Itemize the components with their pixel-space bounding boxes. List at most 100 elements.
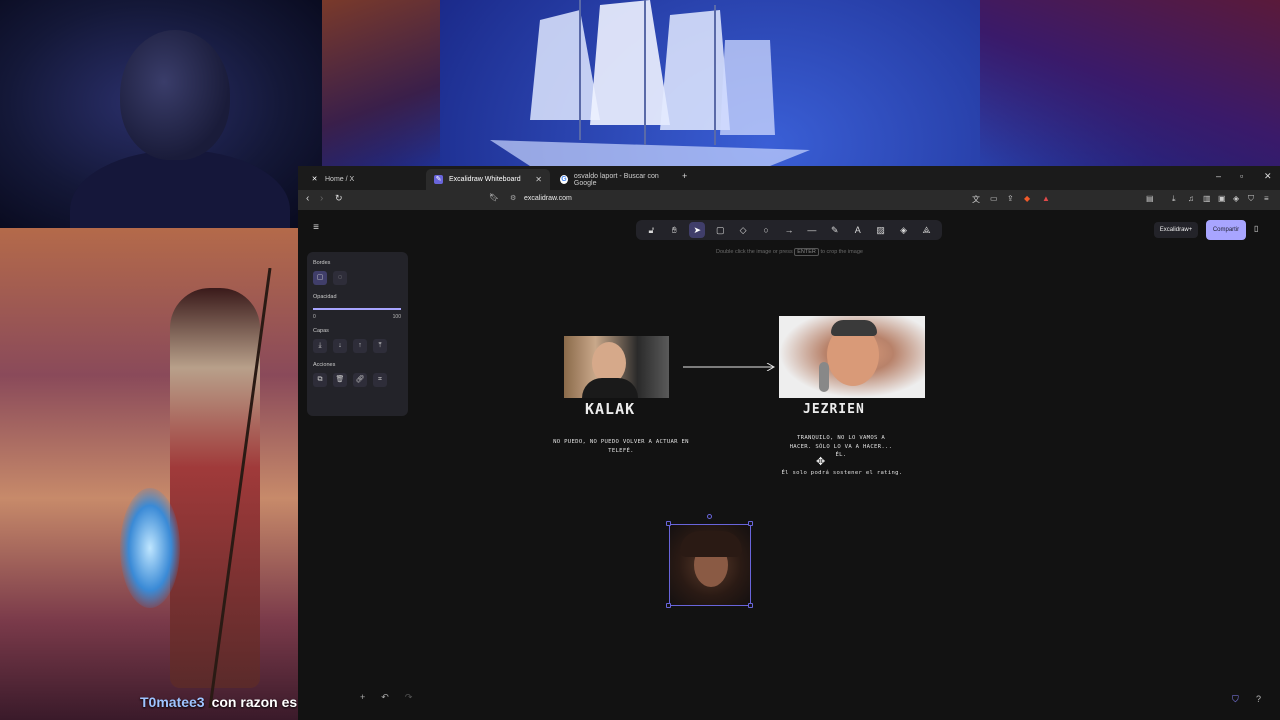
duplicate-icon[interactable]: ⧉ bbox=[313, 373, 327, 387]
forward-icon[interactable]: › bbox=[320, 193, 323, 204]
library-sidebar-icon[interactable]: ▯ bbox=[1254, 224, 1258, 233]
wallet-icon[interactable]: ▣ bbox=[1218, 194, 1226, 203]
site-info-icon[interactable]: ⚙ bbox=[510, 194, 516, 202]
kalak-caption[interactable]: NO PUEDO, NO PUEDO VOLVER A ACTUAR EN TE… bbox=[542, 438, 700, 455]
vpn-icon[interactable]: ⛉ bbox=[1248, 194, 1254, 204]
background-curtain-left bbox=[320, 0, 440, 170]
undo-icon[interactable]: ↶ bbox=[381, 692, 389, 703]
tab-excalidraw[interactable]: ✎ Excalidraw Whiteboard ✕ bbox=[426, 169, 550, 190]
kalak-title[interactable]: KALAK bbox=[585, 400, 635, 418]
blue-flame bbox=[120, 488, 180, 608]
sharp-border-icon[interactable]: ▢ bbox=[313, 271, 327, 285]
ellipse-icon[interactable]: ○ bbox=[758, 222, 774, 238]
resize-handle-se[interactable] bbox=[748, 603, 753, 608]
share-button[interactable]: Compartir bbox=[1206, 220, 1246, 240]
tab-title: osvaldo laport - Buscar con Google bbox=[573, 172, 659, 187]
diamond-icon[interactable]: ◇ bbox=[735, 222, 751, 238]
help-icon[interactable]: ? bbox=[1256, 694, 1261, 704]
connector-arrow[interactable] bbox=[683, 363, 778, 371]
ship-illustration bbox=[490, 0, 810, 166]
resize-handle-nw[interactable] bbox=[666, 521, 671, 526]
google-logo-icon: G bbox=[560, 175, 568, 184]
bring-forward-icon[interactable]: ↑ bbox=[353, 339, 367, 353]
pencil-icon[interactable]: ✎ bbox=[827, 222, 843, 238]
sidebar-toggle-icon[interactable]: ▤ bbox=[1146, 194, 1154, 203]
lock-icon[interactable]: 🔓︎ bbox=[643, 222, 659, 238]
new-tab-icon[interactable]: + bbox=[682, 171, 687, 181]
screen: T0matee3 con razon es en kick ✕ Home / X… bbox=[0, 0, 1280, 720]
hint-prefix: Double click the image or press bbox=[716, 249, 793, 255]
resize-handle-ne[interactable] bbox=[748, 521, 753, 526]
reading-list-icon[interactable]: ▥ bbox=[1203, 194, 1211, 203]
downloads-icon[interactable]: ⤓ bbox=[1172, 194, 1176, 204]
round-border-icon[interactable]: ◌ bbox=[333, 271, 347, 285]
jezrien-caption-line1: TRANQUILO, NO LO VAMOS A bbox=[796, 435, 886, 441]
media-icon[interactable]: ♫ bbox=[1188, 194, 1194, 203]
webcam-person-head bbox=[120, 30, 230, 160]
brave-rewards-icon[interactable]: ▲ bbox=[1042, 194, 1050, 203]
image-icon[interactable]: ▨ bbox=[873, 222, 889, 238]
hint-suffix: to crop the image bbox=[820, 249, 863, 255]
microphone bbox=[819, 362, 829, 392]
tab-title: Home / X bbox=[325, 176, 355, 183]
more-tools-icon[interactable]: ⟁ bbox=[919, 222, 935, 238]
kalak-shirt bbox=[582, 378, 638, 398]
close-tab-icon[interactable]: ✕ bbox=[535, 175, 542, 184]
brave-shield-icon[interactable]: ◆ bbox=[1024, 194, 1030, 203]
minimize-icon[interactable]: – bbox=[1216, 171, 1221, 181]
arrow-icon[interactable]: → bbox=[781, 222, 797, 238]
kalak-photo[interactable] bbox=[564, 336, 669, 398]
reload-icon[interactable]: ↻ bbox=[335, 193, 343, 204]
selection-icon[interactable]: ➤ bbox=[689, 222, 706, 238]
delete-icon[interactable]: 🗑︎ bbox=[333, 373, 347, 387]
shield-icon[interactable]: ⛉ bbox=[1232, 694, 1239, 705]
tab-home-x[interactable]: ✕ Home / X bbox=[302, 169, 424, 190]
line-icon[interactable]: — bbox=[804, 222, 820, 238]
opacity-slider[interactable] bbox=[313, 304, 401, 314]
excalidraw-plus-button[interactable]: Excalidraw+ bbox=[1154, 222, 1198, 238]
send-to-back-icon[interactable]: ⤓ bbox=[313, 339, 327, 353]
move-cursor-icon: ✥ bbox=[816, 456, 826, 468]
menu-icon[interactable]: ≡ bbox=[1264, 194, 1269, 203]
redo-icon[interactable]: ↷ bbox=[405, 692, 413, 703]
opacity-max: 100 bbox=[392, 314, 401, 320]
character-art-panel bbox=[0, 228, 298, 720]
bookmark-icon[interactable]: 🔖︎ bbox=[489, 193, 499, 202]
rotation-handle[interactable] bbox=[707, 514, 712, 519]
jezrien-title[interactable]: JEZRIEN bbox=[803, 402, 865, 417]
hand-icon[interactable]: ✋︎ bbox=[666, 222, 682, 238]
link-icon[interactable]: 🔗︎ bbox=[353, 373, 367, 387]
crop-icon[interactable]: ⌗ bbox=[373, 373, 387, 387]
maximize-icon[interactable]: ▫ bbox=[1240, 171, 1243, 181]
crop-hint: Double click the image or press ENTER to… bbox=[716, 248, 863, 256]
share-page-icon[interactable]: ⇪ bbox=[1007, 194, 1014, 203]
jezrien-caption-line3: ÉL. bbox=[835, 452, 847, 458]
opacity-fill bbox=[313, 308, 401, 310]
excalidraw-logo-icon: ✎ bbox=[434, 175, 443, 184]
properties-panel: Bordes ▢ ◌ Opacidad 0 100 Capas ⤓ ↓ ↑ ⤒ … bbox=[307, 252, 408, 416]
text-icon[interactable]: A bbox=[850, 222, 866, 238]
tab-google-search[interactable]: G osvaldo laport - Buscar con Google bbox=[552, 169, 678, 190]
eraser-icon[interactable]: ◈ bbox=[896, 222, 912, 238]
x-logo-icon: ✕ bbox=[311, 176, 318, 183]
opacity-label: Opacidad bbox=[313, 294, 337, 300]
translate-icon[interactable]: 文 bbox=[972, 194, 980, 205]
bring-to-front-icon[interactable]: ⤒ bbox=[373, 339, 387, 353]
jezrien-caption[interactable]: TRANQUILO, NO LO VAMOS A HACER. SÓLO LO … bbox=[781, 434, 901, 460]
rectangle-icon[interactable]: ▢ bbox=[712, 222, 728, 238]
close-window-icon[interactable]: ✕ bbox=[1264, 171, 1272, 182]
zoom-in-icon[interactable]: + bbox=[360, 692, 365, 703]
main-menu-icon[interactable]: ≡ bbox=[308, 220, 324, 236]
jezrien-photo[interactable] bbox=[779, 316, 925, 398]
screenshot-icon[interactable]: ▭ bbox=[990, 194, 998, 203]
send-backward-icon[interactable]: ↓ bbox=[333, 339, 347, 353]
resize-handle-sw[interactable] bbox=[666, 603, 671, 608]
extensions-icon[interactable]: ◈ bbox=[1233, 194, 1239, 203]
layers-label: Capas bbox=[313, 328, 329, 334]
hint-key: ENTER bbox=[794, 248, 819, 256]
selected-image[interactable] bbox=[669, 524, 751, 606]
url-field[interactable]: excalidraw.com bbox=[524, 195, 572, 202]
back-icon[interactable]: ‹ bbox=[306, 193, 309, 204]
excalidraw-canvas[interactable]: ≡ 🔓︎ ✋︎ ➤ ▢ ◇ ○ → — ✎ A ▨ ◈ ⟁ Double cli… bbox=[298, 210, 1280, 720]
jezrien-rating-note[interactable]: Él solo podrá sostener el rating. bbox=[772, 469, 912, 478]
